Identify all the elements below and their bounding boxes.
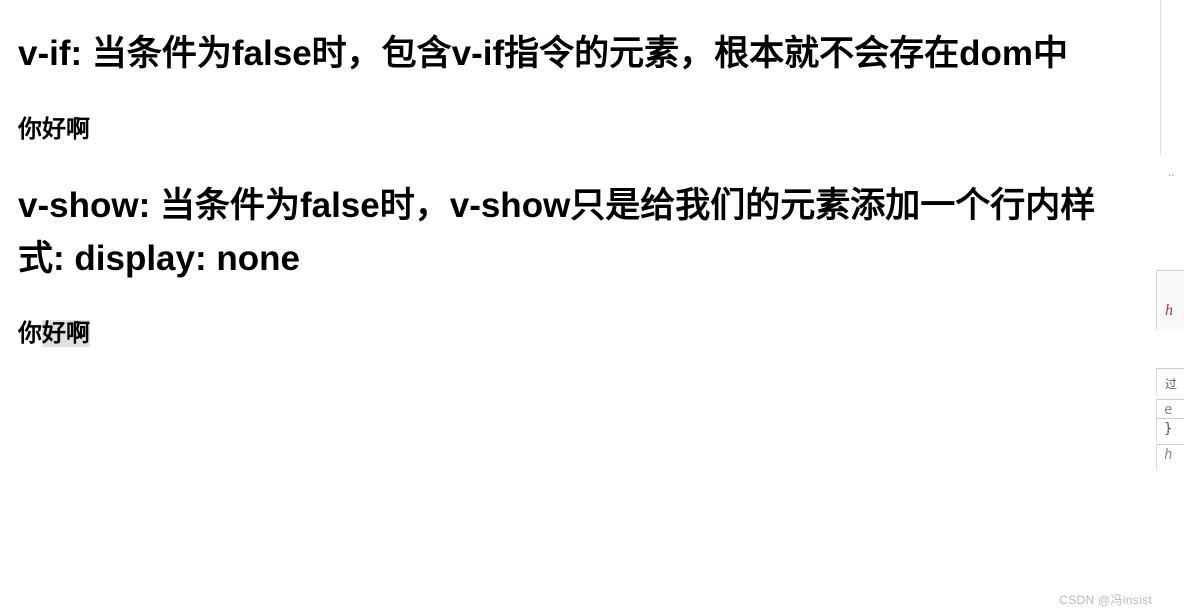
right-panel-row-brace: } (1156, 418, 1184, 442)
text-prefix: 你 (18, 320, 42, 347)
panel-label-hi: h (1164, 447, 1172, 463)
collapse-dots-icon[interactable]: ·· (1168, 170, 1182, 180)
text-selected: 好啊 (42, 320, 90, 347)
heading-vshow: v-show: 当条件为false时，v-show只是给我们的元素添加一个行内样… (18, 180, 1132, 285)
right-panel-top-section (1160, 0, 1184, 155)
right-panel-row-hi: h (1156, 444, 1184, 470)
heading-vif: v-if: 当条件为false时，包含v-if指令的元素，根本就不会存在dom中 (18, 28, 1132, 81)
panel-label-h: h (1165, 302, 1173, 320)
paragraph-hello-1: 你好啊 (18, 113, 1132, 147)
paragraph-hello-2: 你好啊 (18, 317, 1132, 351)
panel-filter-label: 过 (1165, 377, 1177, 391)
right-panel-filter-row[interactable]: 过 (1156, 368, 1184, 396)
panel-label-e: e (1164, 402, 1172, 418)
panel-label-brace: } (1164, 421, 1172, 437)
right-panel-section-h[interactable]: h (1156, 270, 1184, 330)
document-content: v-if: 当条件为false时，包含v-if指令的元素，根本就不会存在dom中… (0, 0, 1150, 369)
right-panel: ·· h 过 e } h (1156, 0, 1184, 614)
watermark-text: CSDN @冯insist (1059, 591, 1152, 608)
